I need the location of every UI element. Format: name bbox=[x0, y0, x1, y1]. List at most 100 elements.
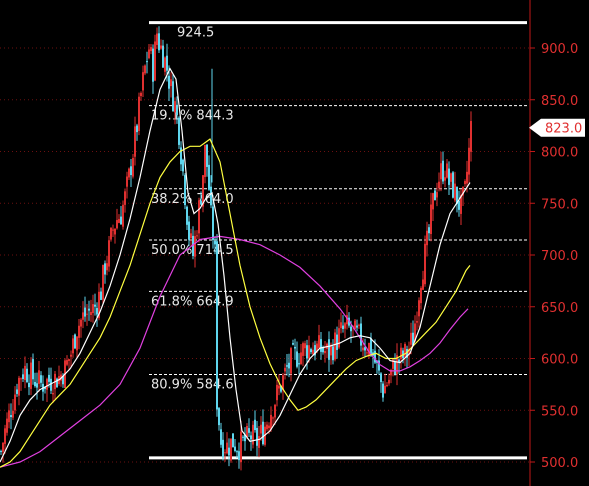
candle-up bbox=[190, 233, 192, 238]
candle-up bbox=[80, 319, 82, 327]
candle-down bbox=[238, 451, 240, 461]
candle-down bbox=[22, 374, 24, 380]
candle-up bbox=[76, 336, 78, 351]
y-tick-label: 800.0 bbox=[541, 146, 578, 161]
candle-up bbox=[150, 47, 152, 52]
candle-up bbox=[18, 377, 20, 396]
candle-down bbox=[176, 104, 178, 116]
candle-up bbox=[426, 230, 428, 246]
candle-down bbox=[374, 350, 376, 363]
candle-down bbox=[120, 216, 122, 225]
candle-up bbox=[224, 452, 226, 454]
candle-up bbox=[194, 236, 196, 257]
candle-up bbox=[170, 79, 172, 87]
candle-up bbox=[30, 362, 32, 389]
candle-up bbox=[276, 384, 278, 401]
candle-up bbox=[24, 365, 26, 381]
candle-down bbox=[370, 338, 372, 355]
y-tick-label: 750.0 bbox=[541, 197, 578, 212]
stock-chart[interactable]: 924.519.1% 844.338.2% 764.050.0% 714.561… bbox=[0, 0, 589, 486]
candle-down bbox=[360, 323, 362, 346]
candle-up bbox=[266, 424, 268, 430]
candle-down bbox=[234, 446, 236, 451]
candle-up bbox=[198, 200, 200, 234]
candle-down bbox=[356, 325, 358, 328]
y-tick-label: 500.0 bbox=[541, 456, 578, 471]
candle-up bbox=[318, 335, 320, 348]
candle-down bbox=[442, 160, 444, 182]
candle-down bbox=[186, 206, 188, 225]
candle-down bbox=[40, 375, 42, 383]
candle-down bbox=[34, 381, 36, 387]
candle-up bbox=[384, 385, 386, 394]
candle-up bbox=[142, 72, 144, 91]
candle-up bbox=[134, 126, 136, 157]
candle-up bbox=[124, 191, 126, 205]
candle-up bbox=[362, 347, 364, 351]
candle-up bbox=[4, 428, 6, 444]
candle-up bbox=[464, 181, 466, 185]
candle-down bbox=[434, 190, 436, 201]
candle-down bbox=[0, 451, 2, 453]
candle-up bbox=[284, 367, 286, 372]
chart-background bbox=[0, 0, 589, 486]
candle-up bbox=[424, 243, 426, 285]
candle-down bbox=[452, 172, 454, 198]
candle-down bbox=[214, 240, 216, 245]
candle-up bbox=[422, 279, 424, 290]
candle-down bbox=[306, 345, 308, 359]
candle-down bbox=[36, 383, 38, 388]
candle-up bbox=[260, 424, 262, 434]
candle-up bbox=[82, 312, 84, 320]
candle-up bbox=[78, 325, 80, 338]
candle-up bbox=[340, 322, 342, 329]
fib-level-label: 38.2% 764.0 bbox=[151, 192, 234, 207]
candle-down bbox=[256, 427, 258, 446]
candle-up bbox=[112, 229, 114, 231]
candle-up bbox=[468, 147, 470, 175]
candle-up bbox=[126, 176, 128, 187]
candle-down bbox=[162, 45, 164, 68]
candle-down bbox=[242, 436, 244, 438]
candle-down bbox=[48, 374, 50, 382]
candle-down bbox=[130, 166, 132, 176]
candle-up bbox=[274, 404, 276, 418]
candle-up bbox=[12, 410, 14, 418]
candle-down bbox=[220, 429, 222, 445]
candle-up bbox=[300, 352, 302, 364]
y-tick-label: 850.0 bbox=[541, 94, 578, 109]
candle-down bbox=[350, 326, 352, 332]
candle-up bbox=[102, 264, 104, 300]
candle-up bbox=[114, 228, 116, 235]
candle-up bbox=[466, 171, 468, 184]
candle-up bbox=[410, 332, 412, 345]
candle-down bbox=[210, 186, 212, 206]
candle-down bbox=[428, 227, 430, 234]
candle-up bbox=[252, 424, 254, 445]
candle-down bbox=[178, 117, 180, 145]
candle-down bbox=[328, 339, 330, 360]
candle-down bbox=[394, 361, 396, 375]
candle-up bbox=[450, 173, 452, 182]
candle-up bbox=[278, 385, 280, 389]
candle-down bbox=[200, 200, 202, 205]
candle-up bbox=[240, 431, 242, 463]
candle-down bbox=[16, 389, 18, 394]
last-price-badge[interactable]: 823.0 bbox=[529, 118, 585, 137]
candle-up bbox=[70, 354, 72, 357]
candle-up bbox=[344, 323, 346, 329]
candle-up bbox=[138, 96, 140, 131]
candle-up bbox=[432, 193, 434, 210]
candle-down bbox=[182, 159, 184, 172]
candle-down bbox=[74, 334, 76, 349]
candle-up bbox=[438, 181, 440, 189]
candle-up bbox=[118, 218, 120, 223]
candle-up bbox=[14, 394, 16, 411]
candle-up bbox=[140, 92, 142, 97]
candle-up bbox=[418, 300, 420, 317]
candle-up bbox=[470, 121, 472, 152]
candle-down bbox=[32, 359, 34, 380]
candle-up bbox=[20, 378, 22, 380]
candle-down bbox=[216, 241, 218, 410]
candle-up bbox=[38, 370, 40, 384]
